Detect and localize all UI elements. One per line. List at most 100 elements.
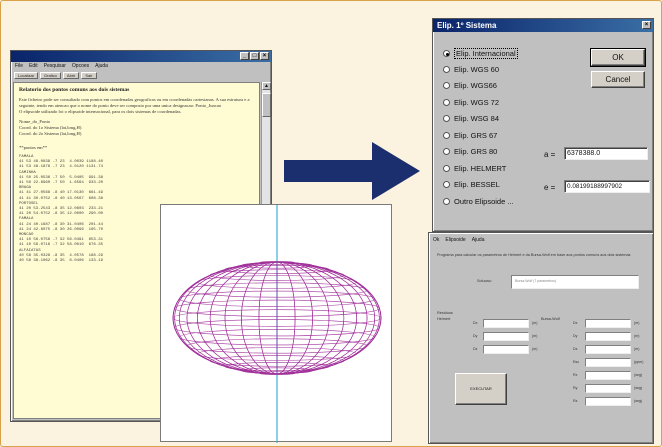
ellipsoid-option-label: Elip. Internacional (454, 48, 518, 59)
ellipsoid-option[interactable]: Elip. WGS66 (443, 81, 497, 90)
radio-button-icon[interactable] (443, 82, 450, 89)
bursa-wolf-field[interactable] (585, 397, 631, 406)
ellipsoid-option-label: Elip. GRS 67 (454, 130, 498, 140)
scroll-thumb[interactable] (262, 93, 271, 117)
dialog-title: Elip. 1º Sistema (437, 21, 497, 30)
bursa-wolf-field[interactable] (585, 319, 631, 328)
residuals-label: Residuos (437, 311, 453, 315)
residual-field[interactable] (483, 345, 529, 354)
dialog-titlebar[interactable]: Elip. 1º Sistema × (433, 19, 653, 32)
editor-toolbar: Localizar Grafico Abrir Sair (11, 71, 271, 80)
menu-help[interactable]: Ajuda (95, 62, 108, 71)
bursa-wolf-label-item: Rz (573, 399, 578, 403)
menu-options[interactable]: Opcoes (72, 62, 89, 71)
bursa-wolf-field[interactable] (585, 384, 631, 393)
ellipsoid-option-label: Elip. WGS 72 (454, 97, 500, 107)
menu-ellipsoid[interactable]: Elipsoide (445, 235, 465, 245)
report-paragraph: Este ficheiro pode ser consultado com po… (19, 97, 250, 108)
solution-field[interactable]: Bursa-Wolf (7 parametros) (511, 275, 639, 289)
bursa-wolf-unit: (seg) (634, 386, 643, 390)
editor-menubar: File Edit Pesquisar Opcoes Ajuda (11, 62, 271, 71)
ellipsoid-option[interactable]: Elip. WGS 60 (443, 65, 499, 74)
radio-button-icon[interactable] (443, 181, 450, 188)
bursa-wolf-unit: (ppm) (634, 360, 644, 364)
e-label: e = (544, 183, 556, 192)
ellipsoid-option-label: Outro Elipsoide ... (454, 196, 514, 206)
bursa-wolf-field[interactable] (585, 371, 631, 380)
radio-button-icon[interactable] (443, 98, 450, 106)
bursa-wolf-field[interactable] (585, 358, 631, 367)
menu-edit[interactable]: Edit (29, 62, 38, 71)
radio-button-icon[interactable] (443, 50, 450, 57)
bursa-wolf-unit: (m) (634, 321, 640, 325)
residual-unit: (m) (532, 334, 538, 338)
semi-major-axis-field[interactable]: 6378388.0 (564, 147, 648, 160)
close-icon[interactable]: × (260, 52, 269, 60)
bursa-wolf-label-item: Rx (573, 373, 578, 377)
residual-unit: (m) (532, 347, 538, 351)
bursa-wolf-label-item: Dz (573, 347, 578, 351)
radio-button-icon[interactable] (443, 115, 450, 122)
ellipsoid-wireframe (172, 205, 382, 443)
bursa-wolf-field[interactable] (585, 332, 631, 341)
editor-titlebar[interactable]: _ □ × (11, 51, 271, 62)
residual-field[interactable] (483, 332, 529, 341)
bursa-wolf-unit: (seg) (634, 399, 643, 403)
open-button[interactable]: Abrir (62, 72, 80, 79)
ellipsoid-option[interactable]: Elip. HELMERT (443, 164, 506, 173)
menu-search[interactable]: Pesquisar (44, 62, 66, 71)
radio-button-icon[interactable] (443, 131, 450, 139)
residual-label: Dz (473, 347, 478, 351)
ellipsoid-option-label: Elip. GRS 80 (454, 147, 498, 156)
maximize-icon[interactable]: □ (250, 52, 259, 60)
ellipsoid-option[interactable]: Elip. GRS 80 (443, 147, 497, 156)
eccentricity-field[interactable]: 0.08199188997902 (564, 180, 650, 193)
menu-help[interactable]: Ajuda (472, 235, 485, 245)
bursa-wolf-unit: (seg) (634, 373, 643, 377)
residual-unit: (m) (532, 321, 538, 325)
ellipsoid-plot-window (160, 204, 392, 443)
minimize-icon[interactable]: _ (240, 52, 249, 60)
radio-button-icon[interactable] (443, 164, 450, 172)
bursa-wolf-label-item: Esc (573, 360, 579, 364)
execute-button[interactable]: EXECUTAR (455, 373, 507, 405)
residual-label: Dy (473, 334, 478, 338)
radio-button-icon[interactable] (443, 148, 450, 155)
ellipsoid-option[interactable]: Elip. GRS 67 (443, 131, 497, 140)
right-arrow-icon (284, 142, 420, 200)
exit-button[interactable]: Sair (81, 72, 97, 79)
dialog2-description: Programa para calcular os parametros de … (437, 253, 631, 257)
ellipsoid-option[interactable]: Outro Elipsoide ... (443, 197, 514, 206)
menu-file[interactable]: File (15, 62, 23, 71)
solution-label: Solucao: (477, 279, 492, 283)
helmert-label: Helmert (437, 317, 451, 321)
ellipsoid-option[interactable]: Elip. WSG 84 (443, 114, 499, 123)
ellipsoid-dialog: Elip. 1º Sistema × Elip. Internacional El… (432, 18, 654, 232)
bursa-wolf-unit: (m) (634, 334, 640, 338)
ellipsoid-option-label: Elip. WSG 84 (454, 114, 500, 123)
find-button[interactable]: Localizar (14, 72, 39, 79)
transformation-dialog: Ok Elipsoide Ajuda Programa para calcula… (428, 232, 654, 444)
bursa-wolf-label-item: Ry (573, 386, 578, 390)
scroll-up-icon[interactable]: ▲ (262, 82, 271, 90)
bursa-wolf-field[interactable] (585, 345, 631, 354)
ellipsoid-option[interactable]: Elip. WGS 72 (443, 98, 499, 107)
graph-button[interactable]: Grafico (40, 72, 61, 79)
residual-label: Dx (473, 321, 478, 325)
ellipsoid-option-label: Elip. BESSEL (454, 180, 500, 189)
close-icon[interactable]: × (642, 21, 651, 29)
bursa-wolf-unit: (m) (634, 347, 640, 351)
residual-field[interactable] (483, 319, 529, 328)
ellipsoid-option[interactable]: Elip. Internacional (443, 48, 518, 59)
ok-button[interactable]: OK (590, 48, 646, 67)
ellipsoid-option[interactable]: Elip. BESSEL (443, 180, 500, 189)
radio-button-icon[interactable] (443, 65, 450, 73)
cancel-button[interactable]: Cancel (591, 71, 645, 88)
radio-button-icon[interactable] (443, 197, 450, 205)
report-heading: Relatorio dos pontos comuns aos dois sis… (19, 87, 130, 93)
menu-ok[interactable]: Ok (433, 235, 439, 245)
a-label: a = (544, 150, 556, 159)
ellipsoid-option-label: Elip. HELMERT (454, 163, 507, 173)
ellipsoid-option-label: Elip. WGS 60 (454, 64, 500, 74)
bursa-wolf-label: Bursa-Wolf (541, 317, 560, 321)
